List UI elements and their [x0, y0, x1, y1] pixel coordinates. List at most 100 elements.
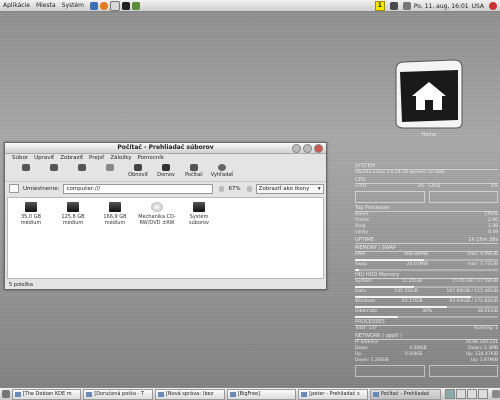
disk-max: 167.69GiB / 115.36GiB — [446, 289, 498, 294]
location-label: Umiestnenie: — [23, 185, 60, 192]
drive-label: 125,8 GB médium — [61, 214, 85, 226]
disk-used: 30% — [422, 309, 433, 314]
drive-label: Mechanika CD-RW/DVD ±RW — [138, 214, 176, 226]
cpu2-block: CPU2 5% — [428, 184, 498, 204]
zoom-out-icon[interactable] — [219, 185, 225, 192]
window-titlebar[interactable]: Počítač - Prehliadač súborov — [5, 143, 326, 154]
mail-icon[interactable] — [110, 0, 121, 11]
volume-icon[interactable] — [402, 2, 411, 10]
drive-item[interactable]: 125,8 GB médium — [54, 202, 92, 226]
menu-help[interactable]: Pomocník — [138, 154, 164, 162]
disk-bar-fill — [355, 296, 471, 298]
menu-places[interactable]: Miesta — [36, 2, 56, 9]
drive-label: 166,9 GB médium — [103, 214, 127, 226]
drive-item[interactable]: 35,0 GB médium — [12, 202, 50, 226]
down-total: Down: 1.20GiB — [355, 358, 389, 363]
menu-view[interactable]: Zobraziť — [60, 154, 83, 162]
maximize-button[interactable] — [303, 144, 312, 153]
location-input[interactable]: computer:/// — [63, 183, 214, 194]
close-button[interactable] — [314, 144, 323, 153]
window-buttons — [292, 144, 323, 153]
reload-button[interactable]: Obnoviť — [125, 162, 151, 181]
optical-drive-item[interactable]: Mechanika CD-RW/DVD ±RW — [136, 202, 178, 226]
up-button[interactable] — [69, 162, 95, 181]
shutdown-icon[interactable] — [489, 2, 497, 10]
view-mode-select[interactable]: Zobraziť ako ikony ▾ — [255, 183, 324, 194]
home-button[interactable]: Domov — [153, 162, 179, 181]
show-desktop-icon[interactable] — [2, 390, 10, 398]
menu-system[interactable]: Systém — [62, 2, 84, 9]
home-folder-desktop-icon[interactable]: Home — [394, 52, 464, 138]
task-button[interactable]: [BigFree] — [226, 388, 297, 400]
panel-menus: Aplikácie Miesta Systém — [3, 2, 84, 9]
update-notifier-icon[interactable]: 1 — [374, 1, 385, 11]
reload-label: Obnoviť — [128, 172, 148, 178]
menu-edit[interactable]: Upraviť — [34, 154, 54, 162]
task-button[interactable]: [The Debian KDE m — [11, 388, 82, 400]
stop-icon — [106, 164, 114, 171]
menu-applications[interactable]: Aplikácie — [3, 2, 30, 9]
search-label: Vyhľadať — [210, 172, 234, 178]
top-panel: Aplikácie Miesta Systém 1 Po, 11. aug, 1… — [0, 0, 500, 12]
workspace-1[interactable] — [445, 389, 456, 399]
network-icon[interactable] — [90, 1, 99, 10]
workspace-4[interactable] — [478, 389, 489, 399]
task-button-active[interactable]: Počítač - Prehliadač — [369, 388, 442, 400]
top-processes-title: Top Processes — [355, 205, 498, 212]
keyboard-layout[interactable]: USA — [472, 3, 484, 10]
disk-used: 11.25GiB — [401, 279, 423, 284]
network-manager-icon[interactable] — [389, 2, 398, 10]
drive-item[interactable]: 166,9 GB médium — [96, 202, 134, 226]
disk-row: Data 135.55GiB 167.69GiB / 115.36GiB — [355, 289, 498, 295]
memory-section-title: MEMORY / SWAP — [355, 245, 498, 252]
download-graph — [355, 365, 425, 377]
back-button[interactable] — [13, 162, 39, 181]
optical-drive-icon — [151, 202, 163, 212]
toolbar: Obnoviť Domov Počítač Vyhľadať — [5, 162, 326, 181]
menu-bookmarks[interactable]: Záložky — [110, 154, 131, 162]
computer-button[interactable]: Počítač — [181, 162, 207, 181]
menu-go[interactable]: Prejsť — [89, 154, 104, 162]
menu-file[interactable]: Súbor — [12, 154, 28, 162]
workspace-3[interactable] — [467, 389, 478, 399]
disk-max: 38.01GiB — [477, 309, 498, 314]
terminal-icon[interactable] — [122, 1, 131, 10]
search-button[interactable]: Vyhľadať — [209, 162, 235, 181]
ram-label: RAM — [355, 252, 365, 257]
stop-button[interactable] — [97, 162, 123, 181]
location-toggle-button[interactable] — [9, 184, 19, 193]
disk-row: Windows 63.17GiB 93.04GiB / 172.82GiB — [355, 299, 498, 305]
cpu2-label: CPU2 — [428, 184, 441, 189]
processes-total: Total: 137 — [355, 326, 378, 331]
zoom-in-icon[interactable] — [246, 185, 252, 192]
processes-running: Running: 1 — [473, 326, 498, 331]
minimize-button[interactable] — [292, 144, 301, 153]
uptime-value: 1h 15m 38s — [468, 237, 498, 243]
editor-icon[interactable] — [132, 1, 141, 10]
forward-button[interactable] — [41, 162, 67, 181]
kernel-info: Ubuntu Linux 2.6.24-20-generic on i686 — [355, 170, 445, 175]
task-button[interactable]: [peter - Prehliadač s — [298, 388, 368, 400]
trash-icon[interactable] — [492, 390, 500, 398]
process-cpu: 0.49 — [487, 230, 498, 235]
disk-max: 15.01GiB / 27.59GiB — [452, 279, 498, 284]
chevron-down-icon: ▾ — [317, 185, 321, 192]
disk-label: Hibernate — [355, 309, 378, 314]
clock[interactable]: Po, 11. aug, 16:01 — [414, 3, 469, 10]
harddisk-icon — [25, 202, 37, 212]
disk-bar-fill — [355, 316, 398, 318]
disk-bar — [355, 306, 498, 308]
task-button[interactable]: [Nová správa: (bez — [154, 388, 225, 400]
disk-label: Data — [355, 289, 366, 294]
task-button[interactable]: [Doručená pošta - T — [83, 388, 153, 400]
processes-row: Total: 137 Running: 1 — [355, 326, 498, 332]
firefox-icon[interactable] — [100, 1, 109, 10]
up-icon — [78, 164, 86, 171]
disk-bar — [355, 286, 498, 288]
filesystem-item[interactable]: Systém súborov — [180, 202, 218, 226]
zoom-level[interactable]: 67% — [228, 186, 240, 192]
up-total: Up: 1.87MiB — [470, 358, 498, 363]
swap-bar-fill — [355, 269, 360, 271]
disk-used: 63.17GiB — [401, 299, 423, 304]
workspace-2[interactable] — [456, 389, 467, 399]
